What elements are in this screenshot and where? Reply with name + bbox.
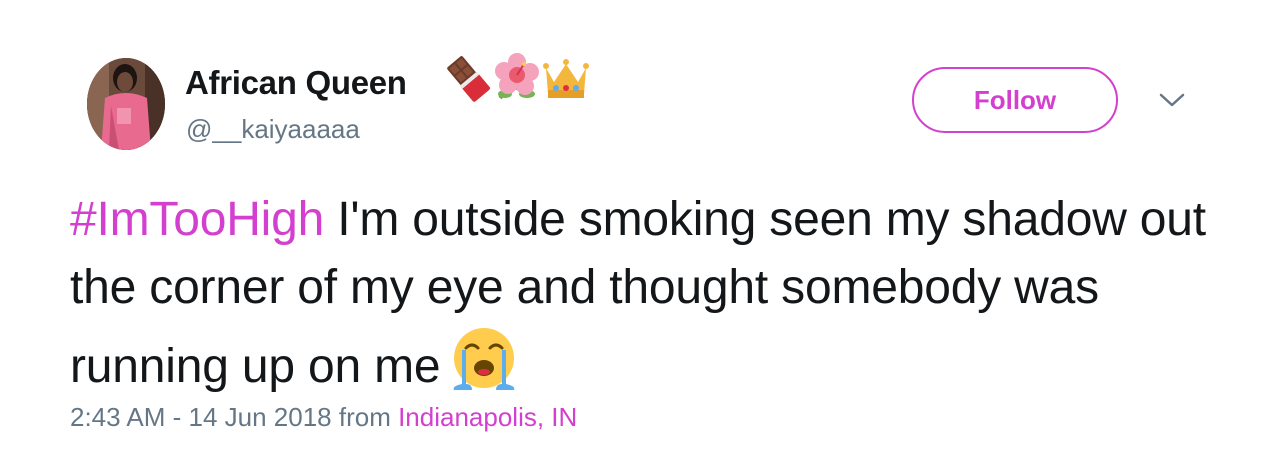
avatar-photo [87,58,165,150]
chevron-down-icon[interactable] [1159,92,1185,108]
location-link[interactable]: Indianapolis, IN [398,402,577,432]
tweet-meta: 2:43 AM - 14 Jun 2018 from Indianapolis,… [70,402,577,433]
tweet-text: #ImTooHigh I'm outside smoking seen my s… [70,186,1210,401]
hibiscus-icon [495,53,539,100]
user-handle[interactable]: @__kaiyaaaaa [186,114,360,145]
loudly-crying-face-icon [454,328,515,390]
display-name[interactable]: African Queen [185,64,407,102]
hashtag-link[interactable]: #ImTooHigh [70,193,324,246]
chocolate-bar-icon [447,56,490,102]
follow-button[interactable]: Follow [912,67,1118,133]
crown-icon [543,59,589,98]
tweet-timestamp[interactable]: 2:43 AM - 14 Jun 2018 [70,402,332,432]
avatar[interactable] [87,58,165,150]
from-label: from [331,402,399,432]
